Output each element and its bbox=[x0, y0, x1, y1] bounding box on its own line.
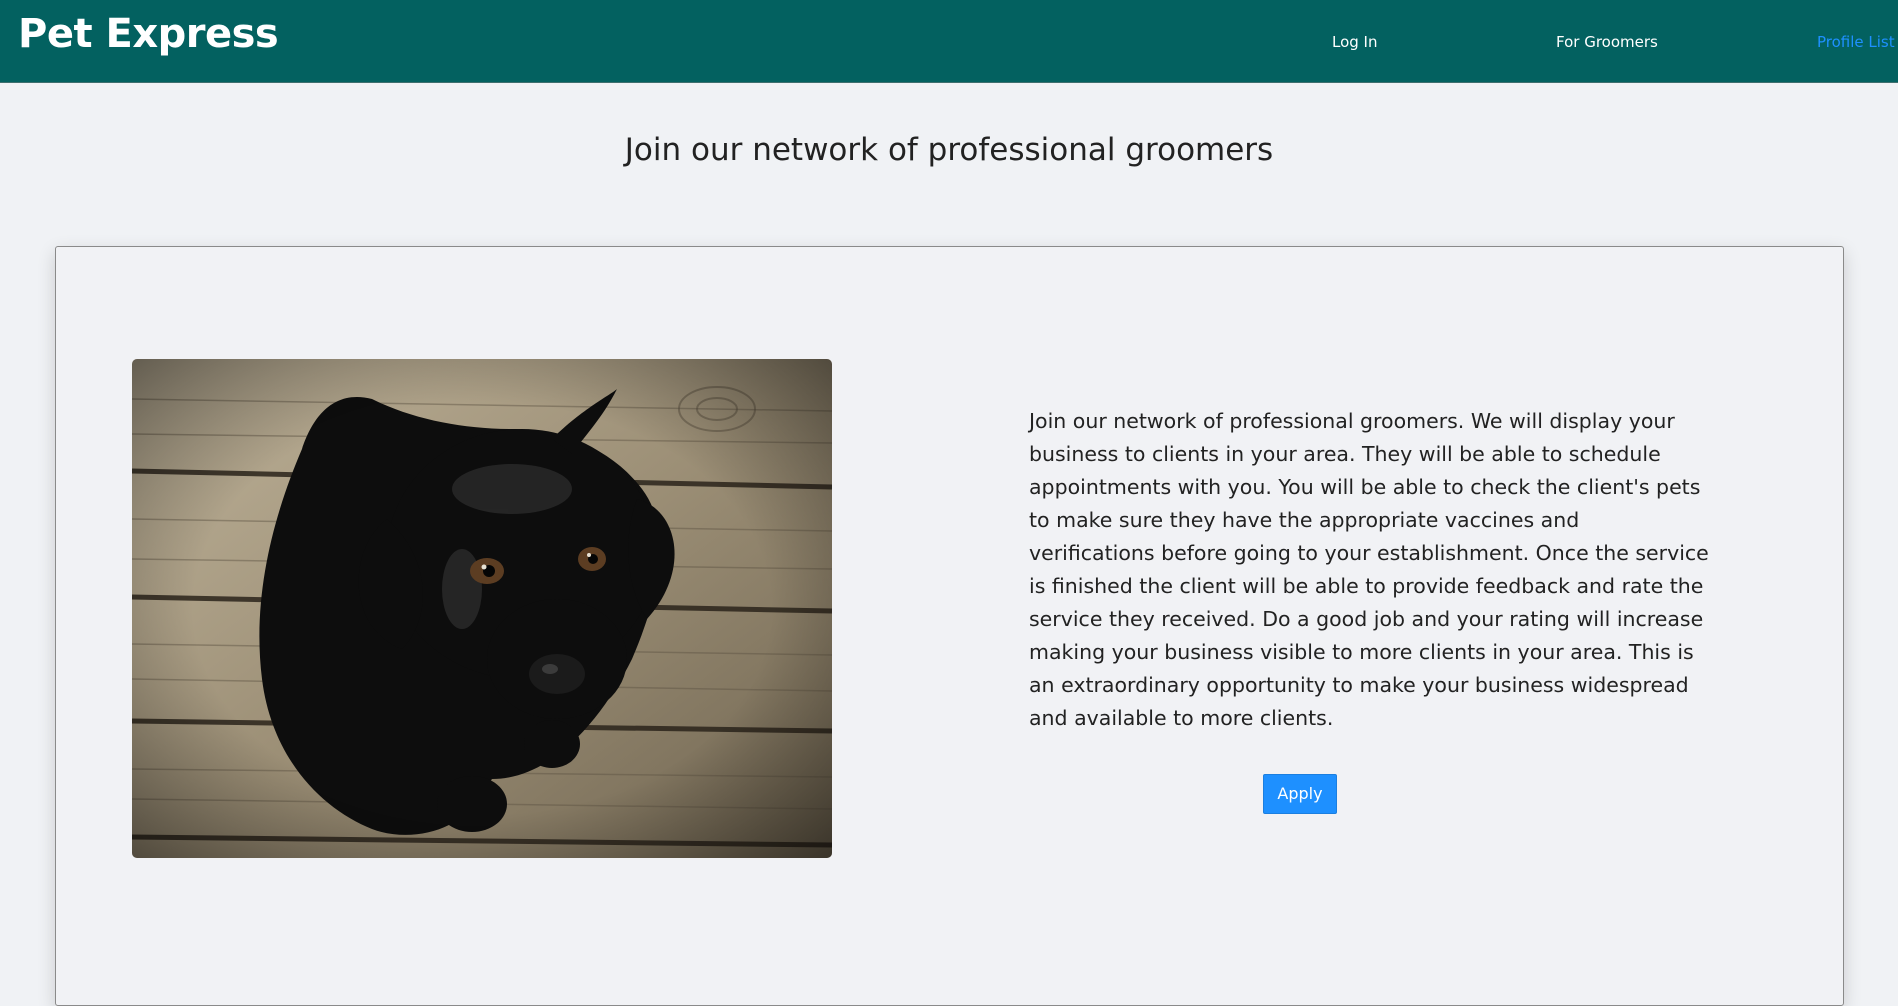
puppy-photo bbox=[132, 359, 832, 858]
nav-for-groomers-link[interactable]: For Groomers bbox=[1556, 32, 1658, 52]
nav-profile-list-link[interactable]: Profile List bbox=[1817, 32, 1895, 52]
brand-logo[interactable]: Pet Express bbox=[18, 10, 279, 58]
join-description: Join our network of professional groomer… bbox=[1029, 409, 1709, 730]
page-title: Join our network of professional groomer… bbox=[624, 132, 1274, 168]
navbar: Pet Express Log In For Groomers Profile … bbox=[0, 0, 1898, 83]
nav-login-link[interactable]: Log In bbox=[1332, 32, 1378, 52]
join-card: Join our network of professional groomer… bbox=[55, 246, 1844, 1006]
apply-button[interactable]: Apply bbox=[1263, 774, 1337, 814]
